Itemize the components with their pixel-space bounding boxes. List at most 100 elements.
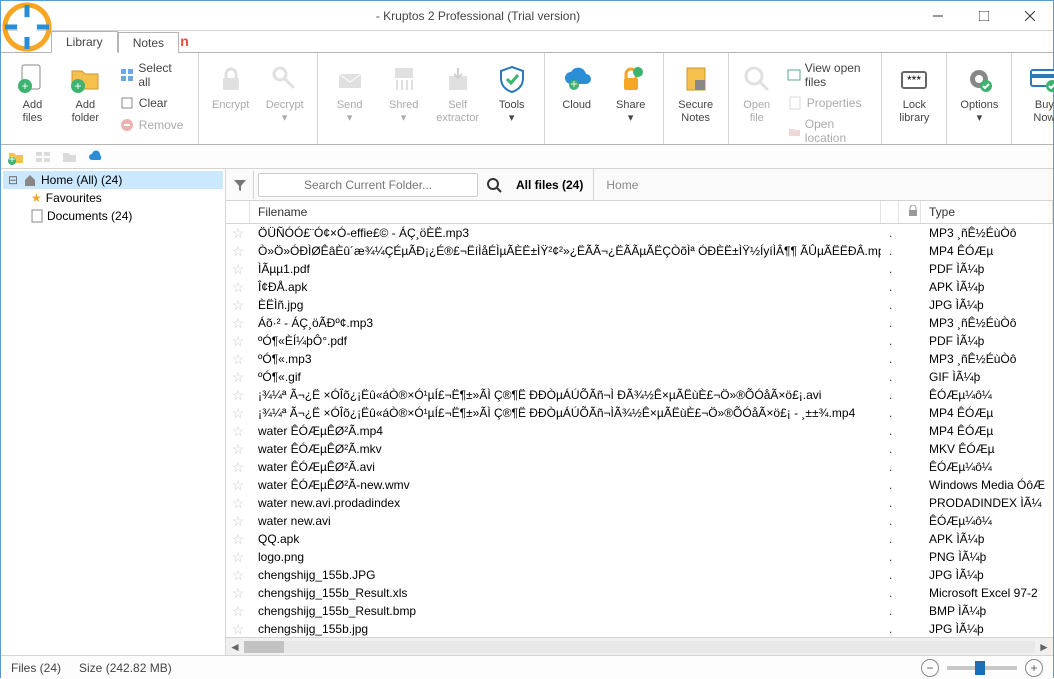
star-icon[interactable]: ☆ bbox=[226, 261, 250, 278]
self-extractor-button[interactable]: Self extractor bbox=[434, 57, 482, 139]
options-button[interactable]: Options ▾ bbox=[955, 57, 1003, 139]
horizontal-scrollbar[interactable]: ◄ ► bbox=[226, 637, 1053, 655]
star-icon[interactable]: ☆ bbox=[226, 369, 250, 386]
table-row[interactable]: ☆water ÊÓÆµÊØ²Ã.mkv.MKV ÊÓÆµ bbox=[226, 440, 1053, 458]
star-icon[interactable]: ☆ bbox=[226, 441, 250, 458]
remove-button[interactable]: Remove bbox=[115, 115, 190, 135]
folder-icon[interactable] bbox=[61, 150, 77, 164]
table-row[interactable]: ☆ÌÃµµ1.pdf.PDF ÌÃ¼þ bbox=[226, 260, 1053, 278]
table-row[interactable]: ☆Ò»Ö»ÓĐÌØÊâÈû´æ¾¼ÇÉµÃĐ¡¿É®£¬ËíÌåÉÌµÃÈË±Ì… bbox=[226, 242, 1053, 260]
send-button[interactable]: Send ▾ bbox=[326, 57, 374, 139]
column-filename[interactable]: Filename bbox=[250, 201, 881, 223]
maximize-button[interactable] bbox=[961, 1, 1007, 31]
shred-button[interactable]: Shred ▾ bbox=[380, 57, 428, 139]
column-lock[interactable] bbox=[899, 201, 921, 223]
table-row[interactable]: ☆ÈËÌñ.jpg.JPG ÌÃ¼þ bbox=[226, 296, 1053, 314]
zoom-slider[interactable] bbox=[947, 666, 1017, 670]
table-row[interactable]: ☆logo.png.PNG ÌÃ¼þ bbox=[226, 548, 1053, 566]
table-row[interactable]: ☆¡¾¼ª Ã¬¿Ë ×ÓÎõ¿¡Ëû«áÒ®×Ó¹µÍ£¬Ë¶±»ÃÌ Ç®¶… bbox=[226, 404, 1053, 422]
star-icon[interactable]: ☆ bbox=[226, 243, 250, 260]
table-row[interactable]: ☆chengshijg_155b.JPG.JPG ÌÃ¼þ bbox=[226, 566, 1053, 584]
star-icon[interactable]: ☆ bbox=[226, 495, 250, 512]
tree-documents[interactable]: Documents (24) bbox=[3, 207, 223, 225]
properties-button[interactable]: Properties bbox=[783, 93, 874, 113]
file-type: PDF ÌÃ¼þ bbox=[921, 262, 1053, 276]
table-row[interactable]: ☆chengshijg_155b_Result.xls.Microsoft Ex… bbox=[226, 584, 1053, 602]
star-icon[interactable]: ☆ bbox=[226, 477, 250, 494]
buy-now-button[interactable]: Buy Now bbox=[1020, 57, 1054, 139]
table-row[interactable]: ☆Î¢ĐÅ.apk.APK ÌÃ¼þ bbox=[226, 278, 1053, 296]
column-type[interactable]: Type bbox=[921, 201, 1053, 223]
star-icon[interactable]: ☆ bbox=[226, 279, 250, 296]
open-file-button[interactable]: Open file bbox=[737, 57, 777, 139]
table-row[interactable]: ☆water new.avi.ÊÓÆµ¼ô¼­ bbox=[226, 512, 1053, 530]
select-all-button[interactable]: Select all bbox=[115, 59, 190, 91]
tab-library[interactable]: Library bbox=[51, 31, 118, 53]
tree-favourites[interactable]: ★ Favourites bbox=[3, 189, 223, 207]
star-icon[interactable]: ☆ bbox=[226, 405, 250, 422]
star-icon[interactable]: ☆ bbox=[226, 387, 250, 404]
file-dot: . bbox=[881, 460, 899, 474]
folder-view-icon[interactable] bbox=[35, 150, 51, 164]
scroll-left-icon[interactable]: ◄ bbox=[226, 640, 244, 654]
encrypt-button[interactable]: Encrypt bbox=[207, 57, 255, 139]
search-icon[interactable] bbox=[482, 177, 506, 193]
lock-library-button[interactable]: ***Lock library bbox=[890, 57, 938, 139]
table-row[interactable]: ☆ÖÜÑÓÓ£¨Ó¢×Ó-effie£© - ÁÇ¸öÈË.mp3.MP3 ¸ñ… bbox=[226, 224, 1053, 242]
star-icon[interactable]: ☆ bbox=[226, 423, 250, 440]
star-icon[interactable]: ☆ bbox=[226, 621, 250, 638]
table-row[interactable]: ☆water ÊÓÆµÊØ²Ã.mp4.MP4 ÊÓÆµ bbox=[226, 422, 1053, 440]
star-icon[interactable]: ☆ bbox=[226, 531, 250, 548]
table-row[interactable]: ☆QQ.apk.APK ÌÃ¼þ bbox=[226, 530, 1053, 548]
close-button[interactable] bbox=[1007, 1, 1053, 31]
table-row[interactable]: ☆chengshijg_155b.jpg.JPG ÌÃ¼þ bbox=[226, 620, 1053, 637]
minimize-button[interactable] bbox=[915, 1, 961, 31]
star-icon[interactable]: ☆ bbox=[226, 351, 250, 368]
table-row[interactable]: ☆ºÓ¶«.mp3.MP3 ¸ñÊ½ÉùÒô bbox=[226, 350, 1053, 368]
view-open-files-button[interactable]: View open files bbox=[783, 59, 874, 91]
file-dot: . bbox=[881, 550, 899, 564]
star-icon[interactable]: ☆ bbox=[226, 549, 250, 566]
file-dot: . bbox=[881, 334, 899, 348]
zoom-in-button[interactable]: + bbox=[1025, 659, 1043, 677]
scroll-thumb[interactable] bbox=[244, 641, 284, 653]
table-row[interactable]: ☆water ÊÓÆµÊØ²Ã.avi.ÊÓÆµ¼ô¼­ bbox=[226, 458, 1053, 476]
star-icon[interactable]: ☆ bbox=[226, 513, 250, 530]
clear-button[interactable]: Clear bbox=[115, 93, 190, 113]
cloud-small-icon[interactable] bbox=[87, 150, 105, 164]
table-row[interactable]: ☆ºÓ¶«.gif.GIF ÌÃ¼þ bbox=[226, 368, 1053, 386]
table-row[interactable]: ☆water new.avi.prodadindex.PRODADINDEX Ì… bbox=[226, 494, 1053, 512]
zoom-out-button[interactable]: − bbox=[921, 659, 939, 677]
search-input[interactable] bbox=[258, 173, 478, 197]
secure-notes-button[interactable]: Secure Notes bbox=[672, 57, 720, 139]
file-name: chengshijg_155b_Result.bmp bbox=[250, 604, 881, 618]
star-icon[interactable]: ☆ bbox=[226, 585, 250, 602]
share-button[interactable]: Share ▾ bbox=[607, 57, 655, 139]
filter-icon[interactable] bbox=[226, 171, 254, 199]
view-icon bbox=[787, 67, 801, 83]
new-folder-icon[interactable]: + bbox=[7, 149, 25, 165]
star-icon[interactable]: ☆ bbox=[226, 333, 250, 350]
file-list: Filename Type ☆ÖÜÑÓÓ£¨Ó¢×Ó-effie£© - ÁÇ¸… bbox=[226, 201, 1053, 637]
star-icon[interactable]: ☆ bbox=[226, 315, 250, 332]
tools-button[interactable]: Tools ▾ bbox=[488, 57, 536, 139]
decrypt-button[interactable]: Decrypt ▾ bbox=[261, 57, 309, 139]
star-icon[interactable]: ☆ bbox=[226, 603, 250, 620]
star-icon[interactable]: ☆ bbox=[226, 297, 250, 314]
star-icon[interactable]: ☆ bbox=[226, 567, 250, 584]
add-folder-button[interactable]: + Add folder bbox=[62, 57, 109, 139]
star-icon[interactable]: ☆ bbox=[226, 225, 250, 242]
table-row[interactable]: ☆¡¾¼ª Ã¬¿Ë ×ÓÎõ¿¡Ëû«áÒ®×Ó¹µÍ£¬Ë¶±»ÃÌ Ç®¶… bbox=[226, 386, 1053, 404]
table-row[interactable]: ☆ºÓ¶«ÈÍ¼þÔ°.pdf.PDF ÌÃ¼þ bbox=[226, 332, 1053, 350]
add-files-button[interactable]: + Add files bbox=[9, 57, 56, 139]
scroll-right-icon[interactable]: ► bbox=[1035, 640, 1053, 654]
tree-home[interactable]: ⊟ Home (All) (24) bbox=[3, 171, 223, 189]
table-row[interactable]: ☆chengshijg_155b_Result.bmp.BMP ÌÃ¼þ bbox=[226, 602, 1053, 620]
tab-notes[interactable]: Notes bbox=[118, 32, 179, 53]
collapse-icon[interactable]: ⊟ bbox=[7, 173, 19, 187]
cloud-button[interactable]: +Cloud bbox=[553, 57, 601, 139]
table-row[interactable]: ☆Áõ·² - ÁÇ¸öÃĐº¢.mp3.MP3 ¸ñÊ½ÉùÒô bbox=[226, 314, 1053, 332]
table-row[interactable]: ☆water ÊÓÆµÊØ²Ã-new.wmv.Windows Media Óô… bbox=[226, 476, 1053, 494]
star-icon[interactable]: ☆ bbox=[226, 459, 250, 476]
open-location-button[interactable]: Open location bbox=[783, 115, 874, 147]
